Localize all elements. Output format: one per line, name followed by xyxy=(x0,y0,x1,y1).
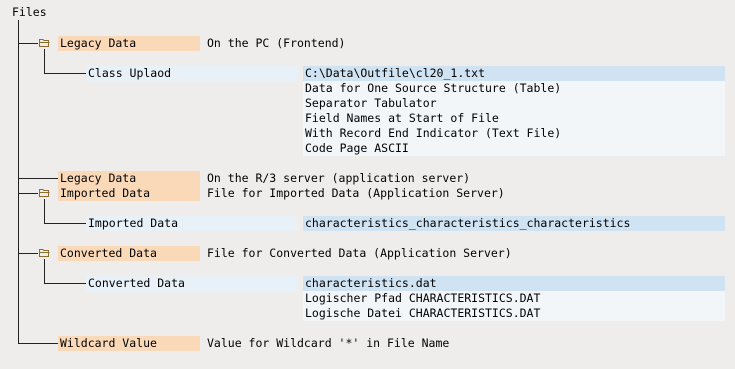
tree-connector xyxy=(44,283,86,284)
class-upload-code-page: Code Page ASCII xyxy=(303,141,725,156)
legacy-data-r3-desc: On the R/3 server (application server) xyxy=(207,171,471,185)
legacy-data-pc-node[interactable]: Legacy Data xyxy=(58,36,200,51)
converted-data-node[interactable]: Converted Data xyxy=(58,246,200,261)
imported-data-node[interactable]: Imported Data xyxy=(58,186,200,201)
class-upload-file-path[interactable]: C:\Data\Outfile\cl20_1.txt xyxy=(303,66,725,81)
wildcard-value-node[interactable]: Wildcard Value xyxy=(58,336,200,351)
tree-connector xyxy=(18,253,38,254)
tree-connector xyxy=(18,193,38,194)
tree-connector xyxy=(44,73,86,74)
folder-open-icon[interactable] xyxy=(39,247,50,258)
class-upload-structure: Data for One Source Structure (Table) xyxy=(303,81,725,96)
converted-data-child-node[interactable]: Converted Data xyxy=(86,276,298,291)
imported-data-file-name[interactable]: characteristics_characteristics_characte… xyxy=(303,216,725,231)
converted-data-logical-path: Logischer Pfad CHARACTERISTICS.DAT xyxy=(303,291,725,306)
wildcard-value-desc: Value for Wildcard '*' in File Name xyxy=(207,336,450,350)
imported-data-desc: File for Imported Data (Application Serv… xyxy=(207,186,505,200)
legacy-data-pc-desc: On the PC (Frontend) xyxy=(207,36,346,50)
file-tree: Files Legacy Data On the PC (Frontend) C… xyxy=(0,0,735,369)
converted-data-file-name[interactable]: characteristics.dat xyxy=(303,276,725,291)
tree-connector xyxy=(44,199,45,223)
folder-open-icon[interactable] xyxy=(39,37,50,48)
folder-open-icon[interactable] xyxy=(39,187,50,198)
tree-connector xyxy=(18,20,19,343)
class-upload-separator: Separator Tabulator xyxy=(303,96,725,111)
converted-data-logical-file: Logische Datei CHARACTERISTICS.DAT xyxy=(303,306,725,321)
class-upload-record-end: With Record End Indicator (Text File) xyxy=(303,126,725,141)
tree-connector xyxy=(44,223,86,224)
class-upload-field-names: Field Names at Start of File xyxy=(303,111,725,126)
tree-connector xyxy=(44,259,45,283)
tree-connector xyxy=(18,178,58,179)
class-upload-node[interactable]: Class Uplaod xyxy=(86,66,298,81)
tree-connector xyxy=(18,343,58,344)
tree-connector xyxy=(44,49,45,73)
converted-data-desc: File for Converted Data (Application Ser… xyxy=(207,246,512,260)
tree-connector xyxy=(18,43,38,44)
legacy-data-r3-node[interactable]: Legacy Data xyxy=(58,171,200,186)
tree-root-label[interactable]: Files xyxy=(12,5,47,20)
imported-data-child-node[interactable]: Imported Data xyxy=(86,216,298,231)
